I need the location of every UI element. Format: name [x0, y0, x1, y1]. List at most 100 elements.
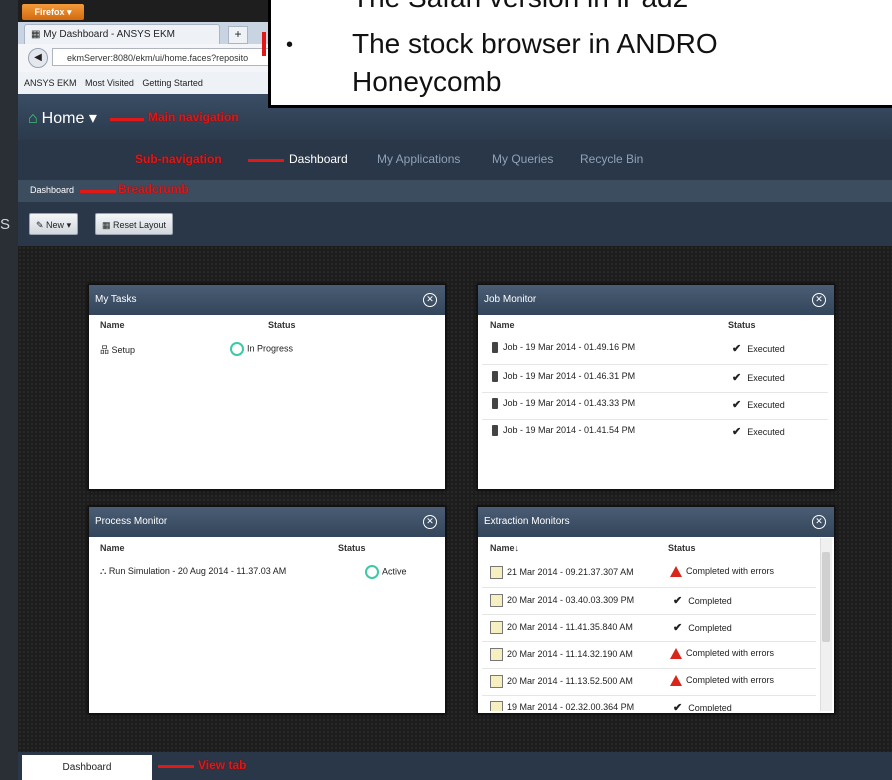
table-row[interactable]: Job - 19 Mar 2014 - 01.41.54 PM	[492, 425, 636, 437]
panel-title: Job Monitor	[484, 294, 537, 305]
column-header-status[interactable]: Status	[268, 320, 296, 330]
column-header-name[interactable]: Name	[490, 320, 515, 330]
panel-header: Job Monitor ✕	[478, 285, 834, 315]
column-header-status[interactable]: Status	[668, 543, 696, 553]
chevron-down-icon: ▾	[88, 110, 97, 127]
tab-dashboard[interactable]: Dashboard	[289, 152, 348, 166]
breadcrumb[interactable]: Dashboard	[30, 185, 74, 195]
overlay-line-2: The stock browser in ANDRO	[352, 28, 718, 59]
row-status: Completed with errors	[686, 675, 775, 685]
annotation-arrow	[110, 118, 144, 121]
status-cell: Active	[365, 565, 407, 579]
row-divider	[482, 641, 816, 642]
table-row[interactable]: 21 Mar 2014 - 09.21.37.307 AM	[490, 566, 634, 579]
extraction-icon	[490, 648, 503, 661]
close-icon[interactable]: ✕	[812, 515, 826, 529]
status-cell: In Progress	[230, 342, 293, 356]
table-row[interactable]: 品 Setup	[100, 343, 135, 356]
warning-icon	[670, 675, 682, 687]
workflow-icon: 品	[100, 345, 112, 355]
back-arrow-icon: ◀	[34, 52, 42, 63]
table-row[interactable]: 20 Mar 2014 - 03.40.03.309 PM	[490, 594, 634, 607]
tab-title: My Dashboard - ANSYS EKM	[43, 29, 175, 40]
job-icon	[492, 398, 498, 410]
status-cell: Completed with errors	[670, 648, 774, 660]
home-icon: ⌂	[28, 110, 38, 127]
annotation-breadcrumb: Breadcrumb	[118, 182, 189, 196]
job-icon	[492, 425, 498, 437]
column-header-name[interactable]: Name↓	[490, 543, 519, 553]
row-status: Completed	[688, 623, 732, 633]
reset-layout-button[interactable]: ▦ Reset Layout	[95, 213, 174, 235]
job-icon	[492, 371, 498, 383]
panel-header: Process Monitor ✕	[89, 507, 445, 537]
bookmark-ansys-ekm[interactable]: ANSYS EKM	[24, 78, 77, 88]
table-row[interactable]: 20 Mar 2014 - 11.41.35.840 AM	[490, 621, 633, 634]
row-divider	[482, 668, 816, 669]
left-strip-text: S	[0, 216, 11, 233]
browser-tab[interactable]: ▦ My Dashboard - ANSYS EKM	[24, 24, 220, 44]
row-status: Completed	[688, 703, 732, 711]
grid-icon: ▦	[102, 220, 114, 230]
row-name: Job - 19 Mar 2014 - 01.46.31 PM	[503, 371, 636, 381]
table-row[interactable]: 20 Mar 2014 - 11.14.32.190 AM	[490, 648, 633, 661]
close-icon[interactable]: ✕	[423, 293, 437, 307]
row-name: 20 Mar 2014 - 11.41.35.840 AM	[507, 621, 633, 632]
column-header-status[interactable]: Status	[338, 543, 366, 553]
check-icon: ✔	[673, 702, 683, 711]
tab-my-queries[interactable]: My Queries	[492, 152, 553, 166]
row-name: 19 Mar 2014 - 02.32.00.364 PM	[507, 701, 635, 711]
column-header-name[interactable]: Name	[100, 543, 125, 553]
panel-title: Process Monitor	[95, 516, 168, 527]
column-header-status[interactable]: Status	[728, 320, 756, 330]
close-icon[interactable]: ✕	[812, 293, 826, 307]
table-row[interactable]: ⛬ Run Simulation - 20 Aug 2014 - 11.37.0…	[100, 566, 286, 577]
job-monitor-panel: Job Monitor ✕	[477, 284, 835, 490]
row-divider	[482, 695, 816, 696]
row-status: Active	[382, 566, 407, 577]
column-header-name[interactable]: Name	[100, 320, 125, 330]
table-row[interactable]: Job - 19 Mar 2014 - 01.49.16 PM	[492, 342, 635, 354]
annotation-arrow	[158, 765, 194, 768]
warning-icon	[670, 648, 682, 660]
row-divider	[482, 614, 816, 615]
extraction-icon	[490, 701, 503, 711]
table-row[interactable]: Job - 19 Mar 2014 - 01.43.33 PM	[492, 398, 635, 410]
status-cell: ✔ Executed	[732, 371, 785, 384]
view-tab-dashboard[interactable]: Dashboard	[22, 755, 152, 780]
table-row[interactable]: 20 Mar 2014 - 11.13.52.500 AM	[490, 675, 633, 688]
bookmark-getting-started[interactable]: Getting Started	[142, 78, 203, 88]
annotation-sub-navigation: Sub-navigation	[135, 152, 222, 166]
home-menu[interactable]: ⌂ Home ▾	[28, 108, 97, 128]
annotation-view-tab: View tab	[198, 758, 247, 772]
check-icon: ✔	[732, 372, 742, 384]
panel-header: My Tasks ✕	[89, 285, 445, 315]
row-divider	[482, 392, 828, 393]
status-cell: ✔ Executed	[732, 425, 785, 438]
row-status: Executed	[747, 344, 785, 354]
back-button[interactable]: ◀	[28, 48, 48, 68]
row-status: In Progress	[247, 343, 294, 354]
tab-my-applications[interactable]: My Applications	[377, 152, 460, 166]
row-status: Executed	[747, 400, 785, 410]
table-row[interactable]: 19 Mar 2014 - 02.32.00.364 PM	[490, 701, 634, 711]
annotation-arrow	[248, 159, 284, 162]
my-tasks-panel: My Tasks ✕	[88, 284, 446, 490]
new-tab-button[interactable]: +	[228, 26, 248, 44]
firefox-menu-button[interactable]: Firefox ▾	[22, 4, 84, 20]
job-icon	[492, 342, 498, 354]
status-cell: ✔ Executed	[732, 398, 785, 411]
row-name: 20 Mar 2014 - 03.40.03.309 PM	[507, 594, 635, 605]
scrollbar-thumb[interactable]	[822, 552, 830, 642]
close-icon[interactable]: ✕	[423, 515, 437, 529]
new-button[interactable]: ✎ New ▾	[29, 213, 79, 235]
table-row[interactable]: Job - 19 Mar 2014 - 01.46.31 PM	[492, 371, 636, 383]
bookmark-most-visited[interactable]: Most Visited	[85, 78, 134, 88]
status-cell: Completed with errors	[670, 566, 774, 578]
scrollbar[interactable]	[820, 538, 832, 711]
url-bar[interactable]: ekmServer:8080/ekm/ui/home.faces?reposit…	[52, 48, 270, 66]
firefox-label: Firefox	[34, 7, 65, 17]
status-cell: ✔ Completed	[673, 621, 732, 634]
row-name: Job - 19 Mar 2014 - 01.41.54 PM	[503, 425, 636, 435]
tab-recycle-bin[interactable]: Recycle Bin	[580, 152, 643, 166]
